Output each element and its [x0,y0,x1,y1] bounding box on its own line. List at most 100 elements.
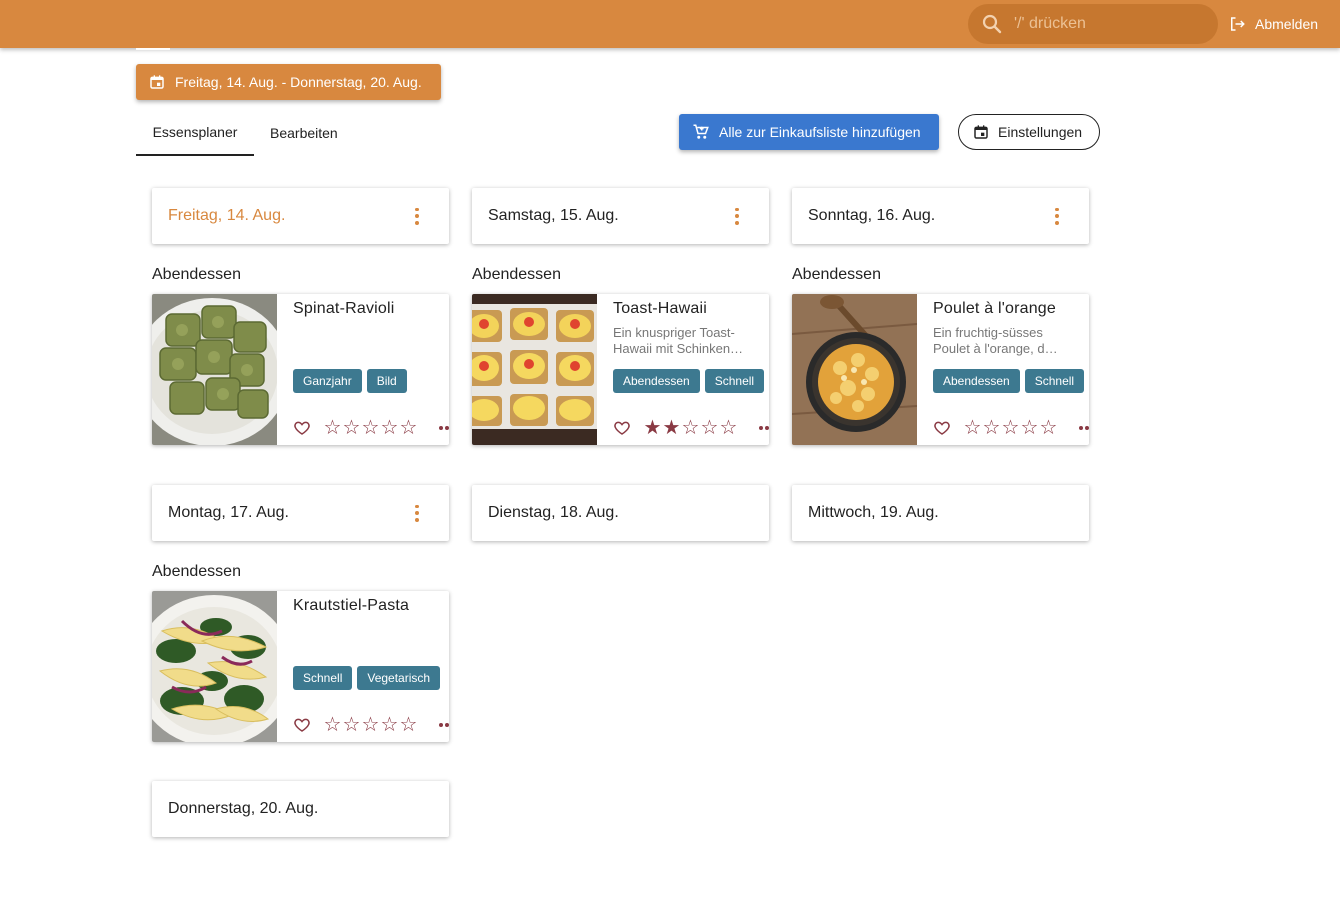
recipe-description-line: Ein fruchtig-süsses [933,325,1043,340]
star-empty-icon[interactable]: ☆ [342,715,361,735]
day-card-monday: Montag, 17. Aug. [152,485,449,541]
add-all-to-shopping-list-button[interactable]: Alle zur Einkaufsliste hinzufügen [679,114,939,150]
star-empty-icon[interactable]: ☆ [719,418,738,438]
heart-icon[interactable] [293,716,311,734]
logout-label: Abmelden [1255,16,1319,32]
star-empty-icon[interactable]: ☆ [399,418,418,438]
recipe-actions: ☆ ☆ ☆ ☆ ☆ [933,418,1058,438]
star-empty-icon[interactable]: ☆ [380,418,399,438]
search-box[interactable] [968,4,1218,44]
day-menu-button[interactable] [407,206,427,226]
settings-label: Einstellungen [998,124,1083,140]
star-empty-icon[interactable]: ☆ [323,715,342,735]
star-empty-icon[interactable]: ☆ [399,715,418,735]
recipe-description-line: Hawaii mit Schinken… [613,341,744,356]
meal-category-label: Abendessen [152,563,241,580]
star-empty-icon[interactable]: ☆ [681,418,700,438]
recipe-title[interactable]: Spinat-Ravioli [293,300,395,318]
recipe-description-line: Poulet à l'orange, d… [933,341,1058,356]
recipe-tag[interactable]: Schnell [293,666,353,690]
recipe-image[interactable] [152,591,277,742]
more-options-icon[interactable] [1079,426,1089,430]
search-icon [982,14,1002,34]
add-all-label: Alle zur Einkaufsliste hinzufügen [719,124,921,140]
day-card-friday: Freitag, 14. Aug. [152,188,449,244]
search-input[interactable] [1014,15,1204,33]
recipe-tag[interactable]: Vegetarisch [357,666,441,690]
recipe-description: Ein knuspriger Toast- Hawaii mit Schinke… [613,325,763,357]
day-label: Donnerstag, 20. Aug. [168,800,319,817]
star-empty-icon[interactable]: ☆ [700,418,719,438]
recipe-tag[interactable]: Schnell [1024,369,1085,393]
recipe-tag[interactable]: Schnell [704,369,765,393]
more-options-icon[interactable] [439,723,449,727]
day-card-wednesday: Mittwoch, 19. Aug. [792,485,1089,541]
star-filled-icon[interactable]: ★ [643,418,662,438]
rating-stars[interactable]: ☆ ☆ ☆ ☆ ☆ [323,715,418,735]
date-range-button[interactable]: Freitag, 14. Aug. - Donnerstag, 20. Aug. [136,64,441,100]
recipe-actions: ☆ ☆ ☆ ☆ ☆ [293,715,418,735]
meal-category-label: Abendessen [472,266,561,283]
star-empty-icon[interactable]: ☆ [963,418,982,438]
more-options-icon[interactable] [759,426,769,430]
recipe-image[interactable] [472,294,597,445]
shopping-cart-icon [693,124,709,139]
day-label: Mittwoch, 19. Aug. [808,504,939,521]
recipe-tag[interactable]: Ganzjahr [293,369,362,393]
star-empty-icon[interactable]: ☆ [1039,418,1058,438]
recipe-tags: Schnell Vegetarisch [293,666,445,690]
tab-edit[interactable]: Bearbeiten [254,110,354,156]
day-card-tuesday: Dienstag, 18. Aug. [472,485,769,541]
heart-icon[interactable] [293,419,311,437]
day-label: Samstag, 15. Aug. [488,207,619,224]
rating-stars[interactable]: ☆ ☆ ☆ ☆ ☆ [323,418,418,438]
star-empty-icon[interactable]: ☆ [323,418,342,438]
day-label: Freitag, 14. Aug. [168,207,286,224]
recipe-card[interactable]: Toast-Hawaii Ein knuspriger Toast- Hawai… [472,294,769,445]
recipe-tags: Ganzjahr Bild [293,369,412,393]
heart-icon[interactable] [933,419,951,437]
day-card-saturday: Samstag, 15. Aug. [472,188,769,244]
day-card-sunday: Sonntag, 16. Aug. [792,188,1089,244]
recipe-tag[interactable]: Bild [366,369,407,393]
star-empty-icon[interactable]: ☆ [342,418,361,438]
day-menu-button[interactable] [407,503,427,523]
tab-meal-planner[interactable]: Essensplaner [136,110,254,156]
rating-stars[interactable]: ★ ★ ☆ ☆ ☆ [643,418,738,438]
recipe-image[interactable] [792,294,917,445]
day-menu-button[interactable] [727,206,747,226]
recipe-image[interactable] [152,294,277,445]
star-empty-icon[interactable]: ☆ [361,418,380,438]
meal-category-label: Abendessen [152,266,241,283]
star-empty-icon[interactable]: ☆ [380,715,399,735]
recipe-description-line: Ein knuspriger Toast- [613,325,735,340]
logout-icon [1231,17,1245,31]
recipe-card[interactable]: Poulet à l'orange Ein fruchtig-süsses Po… [792,294,1089,445]
day-label: Dienstag, 18. Aug. [488,504,619,521]
rating-stars[interactable]: ☆ ☆ ☆ ☆ ☆ [963,418,1058,438]
recipe-tag[interactable]: Abendessen [933,369,1020,393]
app-bar: Abmelden [0,0,1340,48]
day-label: Montag, 17. Aug. [168,504,289,521]
recipe-tag[interactable]: Abendessen [613,369,700,393]
star-empty-icon[interactable]: ☆ [1020,418,1039,438]
recipe-card[interactable]: Spinat-Ravioli Ganzjahr Bild ☆ ☆ ☆ ☆ ☆ [152,294,449,445]
star-empty-icon[interactable]: ☆ [361,715,380,735]
recipe-title[interactable]: Poulet à l'orange [933,300,1056,318]
star-empty-icon[interactable]: ☆ [982,418,1001,438]
recipe-actions: ★ ★ ☆ ☆ ☆ [613,418,738,438]
star-empty-icon[interactable]: ☆ [1001,418,1020,438]
recipe-title[interactable]: Krautstiel-Pasta [293,597,409,615]
recipe-title[interactable]: Toast-Hawaii [613,300,707,318]
logout-button[interactable]: Abmelden [1228,14,1318,34]
recipe-description: Ein fruchtig-süsses Poulet à l'orange, d… [933,325,1083,357]
recipe-card[interactable]: Krautstiel-Pasta Schnell Vegetarisch ☆ ☆ ☆… [152,591,449,742]
heart-icon[interactable] [613,419,631,437]
star-filled-icon[interactable]: ★ [662,418,681,438]
settings-button[interactable]: Einstellungen [958,114,1100,150]
day-menu-button[interactable] [1047,206,1067,226]
calendar-icon [150,75,164,89]
more-options-icon[interactable] [439,426,449,430]
recipe-tags: Abendessen Schnell [933,369,1089,393]
tab-bar: Essensplaner Bearbeiten [136,110,354,156]
